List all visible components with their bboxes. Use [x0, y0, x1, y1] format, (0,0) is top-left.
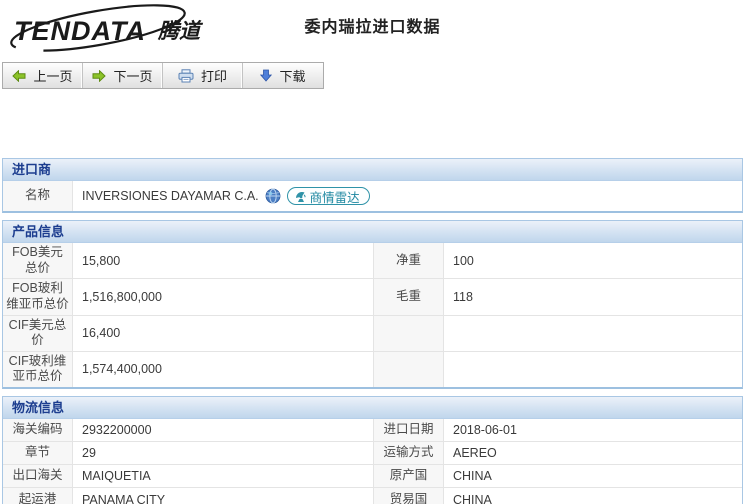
field-label: 毛重 [374, 279, 444, 315]
section-logistics-title: 物流信息 [3, 397, 742, 419]
section-product: 产品信息 FOB美元总价 15,800 净重 100 FOB玻利维亚币总价 1,… [2, 220, 743, 389]
field-value: AEREO [444, 442, 742, 465]
field-label: 出口海关 [3, 465, 73, 488]
arrow-left-icon [12, 70, 26, 82]
field-label: 起运港 [3, 488, 73, 504]
field-value: CHINA [444, 465, 742, 488]
field-label: 海关编码 [3, 419, 73, 442]
business-radar-button[interactable]: 商情雷达 [287, 187, 370, 205]
field-label: 贸易国 [374, 488, 444, 504]
field-value: 100 [444, 243, 742, 279]
prev-page-label: 上一页 [33, 66, 72, 85]
prev-page-button[interactable]: 上一页 [3, 63, 83, 88]
globe-icon[interactable] [265, 188, 281, 204]
next-page-button[interactable]: 下一页 [83, 63, 163, 88]
field-value: 1,574,400,000 [73, 352, 374, 387]
download-button[interactable]: 下载 [243, 63, 323, 88]
field-value: 15,800 [73, 243, 374, 279]
field-value: 2018-06-01 [444, 419, 742, 442]
field-label: 运输方式 [374, 442, 444, 465]
importer-name-cell: INVERSIONES DAYAMAR C.A. 商情雷达 [73, 181, 742, 211]
field-value: PANAMA CITY [73, 488, 374, 504]
print-label: 打印 [201, 66, 227, 85]
field-label: 原产国 [374, 465, 444, 488]
field-value [444, 352, 742, 387]
business-radar-label: 商情雷达 [310, 187, 360, 206]
section-product-title: 产品信息 [3, 221, 742, 243]
logistics-table: 海关编码 2932200000 进口日期 2018-06-01 章节 29 运输… [3, 419, 742, 504]
import-record-page: TENDATA 腾道 委内瑞拉进口数据 上一页 下一页 打印 [0, 0, 745, 504]
field-value: 1,516,800,000 [73, 279, 374, 315]
importer-table: 名称 INVERSIONES DAYAMAR C.A. [3, 181, 742, 211]
pager-toolbar: 上一页 下一页 打印 下载 [2, 62, 324, 89]
arrow-right-icon [92, 70, 106, 82]
field-label: 进口日期 [374, 419, 444, 442]
section-logistics: 物流信息 海关编码 2932200000 进口日期 2018-06-01 章节 … [2, 396, 743, 504]
print-button[interactable]: 打印 [163, 63, 243, 88]
field-label: FOB玻利维亚币总价 [3, 279, 73, 315]
product-table: FOB美元总价 15,800 净重 100 FOB玻利维亚币总价 1,516,8… [3, 243, 742, 387]
field-value: CHINA [444, 488, 742, 504]
field-label: CIF玻利维亚币总价 [3, 352, 73, 387]
field-label [374, 316, 444, 352]
importer-name-value: INVERSIONES DAYAMAR C.A. [82, 189, 259, 203]
download-label: 下载 [279, 66, 305, 85]
importer-name-label: 名称 [3, 181, 73, 211]
field-value: 16,400 [73, 316, 374, 352]
field-label: 净重 [374, 243, 444, 279]
printer-icon [178, 69, 194, 83]
field-value [444, 316, 742, 352]
page-header: TENDATA 腾道 委内瑞拉进口数据 [0, 0, 745, 58]
field-value: 29 [73, 442, 374, 465]
field-label: 章节 [3, 442, 73, 465]
page-title: 委内瑞拉进口数据 [0, 13, 745, 37]
arrow-down-icon [260, 69, 272, 82]
radar-icon [294, 190, 307, 203]
field-label [374, 352, 444, 387]
field-value: MAIQUETIA [73, 465, 374, 488]
field-value: 2932200000 [73, 419, 374, 442]
field-value: 118 [444, 279, 742, 315]
field-label: CIF美元总价 [3, 316, 73, 352]
field-label: FOB美元总价 [3, 243, 73, 279]
section-importer-title: 进口商 [3, 159, 742, 181]
next-page-label: 下一页 [113, 66, 152, 85]
section-importer: 进口商 名称 INVERSIONES DAYAMAR C.A. [2, 158, 743, 213]
